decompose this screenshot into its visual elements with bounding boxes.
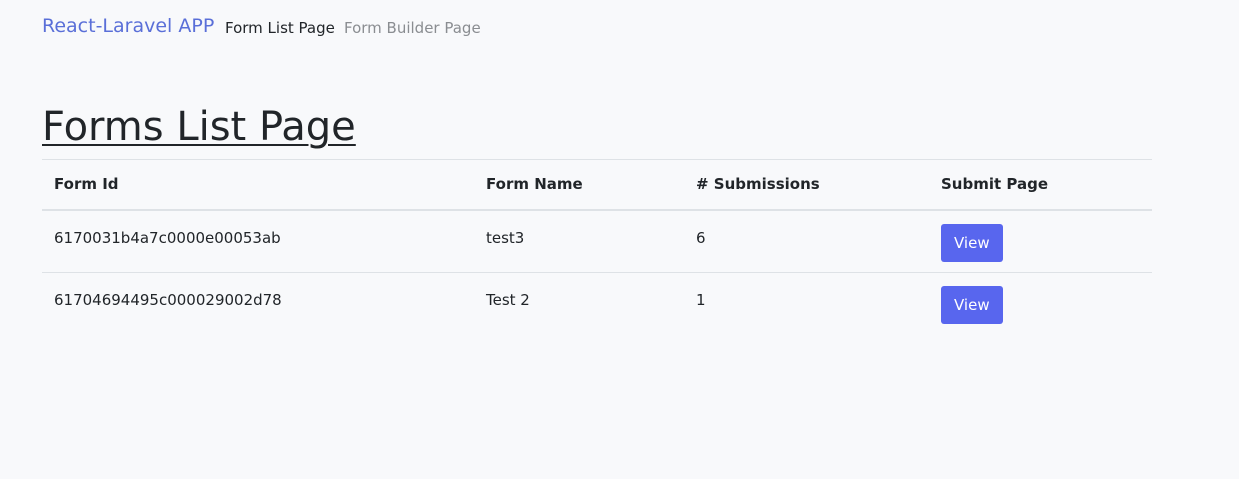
cell-form-name: Test 2 [486, 291, 530, 309]
table-body: 6170031b4a7c0000e00053ab test3 6 View 61… [42, 210, 1152, 336]
cell-submissions: 6 [696, 228, 706, 247]
navbar: React-Laravel APP Form List Page Form Bu… [0, 0, 1239, 56]
header-form-id: Form Id [54, 175, 119, 194]
view-button[interactable]: View [941, 223, 1003, 262]
table-row: 6170031b4a7c0000e00053ab test3 6 View [42, 210, 1152, 273]
cell-form-id: 61704694495c000029002d78 [54, 291, 282, 309]
cell-form-name: test3 [486, 228, 525, 247]
table-row: 61704694495c000029002d78 Test 2 1 View [42, 273, 1152, 336]
cell-submit-page: View [929, 210, 1152, 273]
page-title: Forms List Page [42, 104, 356, 150]
cell-submit-page: View [929, 273, 1152, 336]
header-submissions: # Submissions [696, 175, 820, 194]
table-header-row: Form Id Form Name # Submissions Submit P… [42, 159, 1152, 210]
table-header: Form Id Form Name # Submissions Submit P… [42, 159, 1152, 210]
cell-form-id: 6170031b4a7c0000e00053ab [54, 228, 281, 247]
header-submit-page: Submit Page [941, 175, 1049, 194]
cell-submissions: 1 [696, 291, 706, 309]
view-button[interactable]: View [941, 286, 1003, 324]
header-form-name: Form Name [486, 175, 583, 194]
brand-link[interactable]: React-Laravel APP [42, 15, 214, 37]
nav-link-form-builder[interactable]: Form Builder Page [344, 19, 481, 37]
nav-link-form-list[interactable]: Form List Page [225, 19, 335, 37]
forms-table: Form Id Form Name # Submissions Submit P… [42, 159, 1152, 336]
